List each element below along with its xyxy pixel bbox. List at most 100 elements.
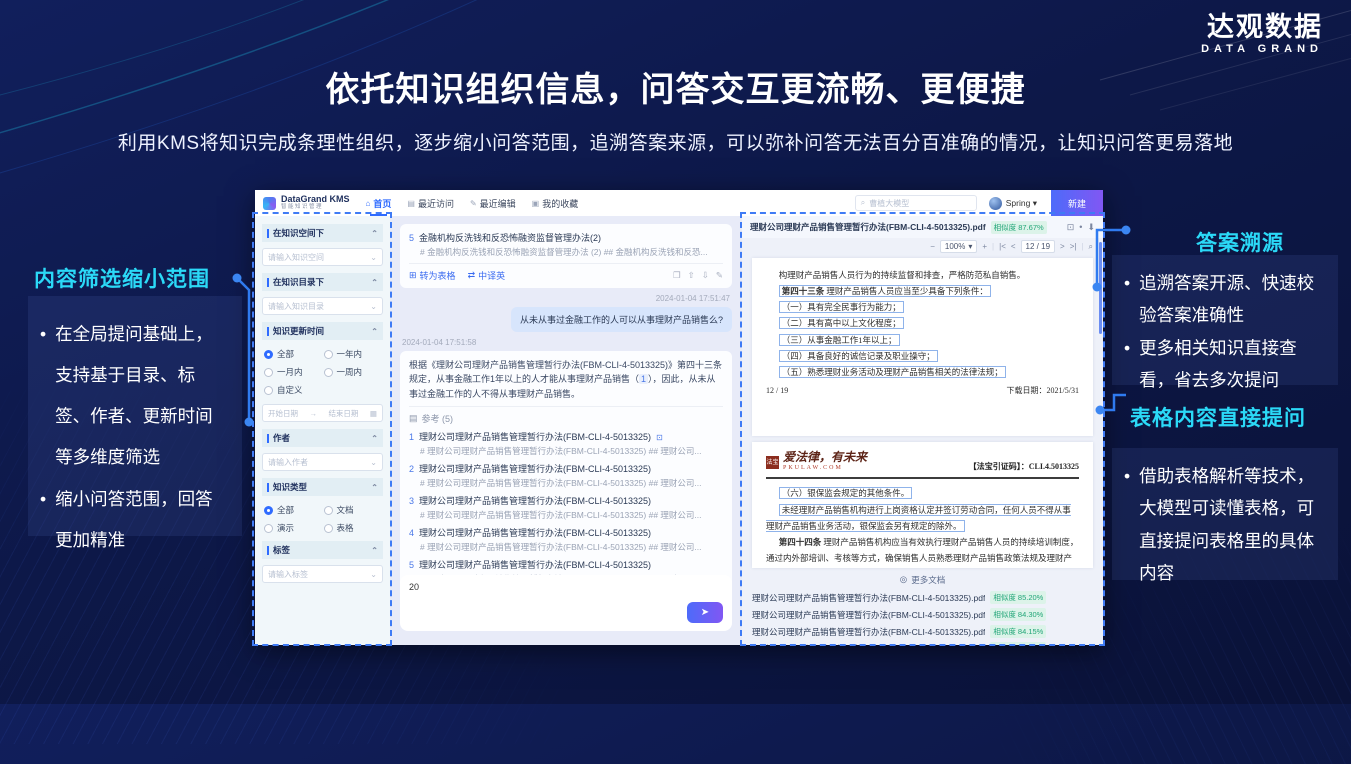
header-right: ⌕ 曹植大模型 Spring ▾ 新建 — [855, 190, 1103, 216]
highlighted-clause: 第四十三条 理财产品销售人员应当至少具备下列条件： — [779, 285, 991, 297]
radio-time-month[interactable]: 一月内 — [264, 366, 322, 378]
filter-time-label: 知识更新时间 — [273, 325, 324, 337]
search-input[interactable]: ⌕ 曹植大模型 — [855, 195, 977, 211]
new-button[interactable]: 新建 — [1051, 190, 1103, 216]
thumbs-down-icon[interactable]: ⇩ — [702, 270, 709, 281]
filter-sidebar: 在知识空间下 ⌃ 请输入知识空间 ⌄ 在知识目录下 ⌃ 请输入知识目录 ⌄ 知识… — [255, 216, 390, 645]
clause-number: 第四十三条 — [782, 286, 825, 296]
annotation-left-bullet-1: 在全局提问基础上，支持基于目录、标签、作者、更新时间等多维度筛选 — [55, 314, 230, 479]
radio-type-sheet[interactable]: 表格 — [324, 522, 382, 534]
pkulaw-header: 法宝 爱法律，有未来 PKULAW.COM 【法宝引证码】：CLI.4.5013… — [766, 451, 1079, 479]
radio-type-doc[interactable]: 文档 — [324, 504, 382, 516]
open-doc-icon[interactable]: ⊡ — [656, 433, 663, 442]
ref-title[interactable]: 金融机构反洗钱和反恐怖融资监督管理办法(2) — [419, 231, 601, 244]
ref-number: 3 — [409, 496, 414, 506]
radio-time-all[interactable]: 全部 — [264, 348, 322, 360]
download-icon[interactable]: ⬇ — [1087, 222, 1095, 233]
chat-input[interactable]: 20 ➤ — [400, 575, 732, 631]
last-page-icon[interactable]: >| — [1070, 242, 1077, 251]
space-select[interactable]: 请输入知识空间 ⌄ — [262, 248, 383, 266]
zoom-in-icon[interactable]: + — [982, 242, 987, 251]
send-button[interactable]: ➤ — [687, 602, 723, 623]
message-actions: ⊞ 转为表格 ⇄ 中译英 ❐ ⇧ ⇩ ✎ — [409, 269, 723, 282]
username-label: Spring — [1006, 198, 1031, 208]
radio-label: 全部 — [277, 348, 294, 360]
chevron-down-icon: ⌄ — [370, 458, 377, 467]
highlighted-item: （二）具有高中以上文化程度； — [779, 317, 904, 329]
next-page-icon[interactable]: > — [1060, 242, 1065, 251]
app-logo[interactable]: DataGrand KMS 智能知识管理 — [281, 195, 350, 210]
tag-select[interactable]: 请输入标签 ⌄ — [262, 565, 383, 583]
nav-recent-visits[interactable]: ▤ 最近访问 — [407, 190, 454, 216]
more-doc-row[interactable]: 理财公司理财产品销售管理暂行办法(FBM-CLI-4-5013325).pdf … — [742, 606, 1103, 623]
highlighted-item: （三）从事金融工作1年以上； — [779, 334, 900, 346]
radio-time-year[interactable]: 一年内 — [324, 348, 382, 360]
more-dot-icon[interactable]: • — [1079, 222, 1082, 232]
ref-snippet: # 理财公司理财产品销售管理暂行办法(FBM-CLI-4-5013325) ##… — [420, 509, 723, 521]
nav-recent-edits[interactable]: ✎ 最近编辑 — [470, 190, 516, 216]
radio-label: 全部 — [277, 504, 294, 516]
filter-catalog-header[interactable]: 在知识目录下 ⌃ — [262, 273, 383, 291]
similarity-badge: 相似度 83.83% — [990, 642, 1046, 645]
reference-item[interactable]: 5 理财公司理财产品销售管理暂行办法(FBM-CLI-4-5013325) — [409, 558, 723, 571]
bullet-icon: • — [40, 479, 46, 561]
filter-type-header[interactable]: 知识类型 ⌃ — [262, 478, 383, 496]
divider: | — [992, 242, 994, 251]
section-bar — [267, 229, 269, 238]
translate-button[interactable]: ⇄ 中译英 — [468, 269, 506, 282]
copy-icon[interactable]: ❐ — [673, 270, 681, 281]
radio-type-slides[interactable]: 演示 — [264, 522, 322, 534]
radio-off-icon — [264, 524, 273, 533]
edit-icon[interactable]: ✎ — [716, 270, 723, 281]
chevron-up-icon: ⌃ — [371, 327, 378, 336]
zoom-value: 100% — [945, 242, 965, 251]
window-icon[interactable]: ⊡ — [1067, 222, 1075, 233]
catalog-select[interactable]: 请输入知识目录 ⌄ — [262, 297, 383, 315]
divider: | — [1081, 242, 1083, 251]
user-avatar[interactable] — [989, 197, 1002, 210]
reference-item[interactable]: 4 理财公司理财产品销售管理暂行办法(FBM-CLI-4-5013325) — [409, 526, 723, 539]
chevron-up-icon: ⌃ — [371, 229, 378, 238]
nav-favorites[interactable]: ▣ 我的收藏 — [532, 190, 579, 216]
doc-title[interactable]: 理财公司理财产品销售管理暂行办法(FBM-CLI-4-5013325).pdf — [750, 221, 986, 233]
section-bar — [267, 278, 269, 287]
more-doc-row[interactable]: 理财公司理财产品销售管理暂行办法(FBM-CLI-4-5013325).pdf … — [742, 623, 1103, 640]
search-doc-icon[interactable]: ⌕ — [1089, 242, 1093, 252]
annotation-left-box: • 在全局提问基础上，支持基于目录、标签、作者、更新时间等多维度筛选 • 缩小问… — [28, 296, 242, 536]
author-select[interactable]: 请输入作者 ⌄ — [262, 453, 383, 471]
doc-titlebar: 理财公司理财产品销售管理暂行办法(FBM-CLI-4-5013325).pdf … — [742, 216, 1103, 238]
citation-chip[interactable]: 1 — [639, 374, 648, 384]
more-doc-row[interactable]: 理财公司理财产品销售管理暂行办法(FBM-CLI-4-5013325).pdf … — [742, 589, 1103, 606]
reference-item[interactable]: 2 理财公司理财产品销售管理暂行办法(FBM-CLI-4-5013325) — [409, 462, 723, 475]
radio-time-week[interactable]: 一周内 — [324, 366, 382, 378]
filter-space-header[interactable]: 在知识空间下 ⌃ — [262, 224, 383, 242]
reference-item[interactable]: 1 理财公司理财产品销售管理暂行办法(FBM-CLI-4-5013325) ⊡ — [409, 430, 723, 443]
radio-time-custom[interactable]: 自定义 — [264, 384, 322, 396]
filter-tag-header[interactable]: 标签 ⌃ — [262, 541, 383, 559]
ref-snippet: # 理财公司理财产品销售管理暂行办法(FBM-CLI-4-5013325) ##… — [420, 445, 723, 457]
section-bar — [267, 546, 269, 555]
doc-scrollbar[interactable] — [1099, 242, 1102, 334]
more-doc-row[interactable]: 理财公司理财产品销售管理暂行办法(FBM-CLI-4-5013325).pdf … — [742, 640, 1103, 645]
user-menu[interactable]: Spring ▾ — [1006, 198, 1037, 209]
zoom-select[interactable]: 100% ▾ — [940, 240, 977, 253]
page-input[interactable]: 12 / 19 — [1021, 240, 1055, 253]
date-range-input[interactable]: 开始日期 → 结束日期 ▦ — [262, 404, 383, 422]
filter-time-header[interactable]: 知识更新时间 ⌃ — [262, 322, 383, 340]
filter-author-header[interactable]: 作者 ⌃ — [262, 429, 383, 447]
radio-off-icon — [324, 368, 333, 377]
highlighted-item: （六）银保监会规定的其他条件。 — [779, 487, 913, 499]
to-table-button[interactable]: ⊞ 转为表格 — [409, 269, 456, 282]
zoom-out-icon[interactable]: − — [930, 242, 935, 251]
nav-home[interactable]: ⌂ 首页 — [366, 190, 392, 216]
pkulaw-seal-icon: 法宝 — [766, 456, 779, 469]
references-label: 参考 (5) — [422, 412, 454, 425]
reference-item[interactable]: 3 理财公司理财产品销售管理暂行办法(FBM-CLI-4-5013325) — [409, 494, 723, 507]
similarity-badge: 相似度 85.20% — [990, 591, 1046, 604]
first-page-icon[interactable]: |< — [999, 242, 1006, 251]
ref-snippet: # 理财公司理财产品销售管理暂行办法(FBM-CLI-4-5013325) ##… — [420, 541, 723, 553]
radio-type-all[interactable]: 全部 — [264, 504, 322, 516]
more-docs-header[interactable]: ◎ 更多文档 — [742, 574, 1103, 586]
prev-page-icon[interactable]: < — [1011, 242, 1016, 251]
thumbs-up-icon[interactable]: ⇧ — [688, 270, 695, 281]
